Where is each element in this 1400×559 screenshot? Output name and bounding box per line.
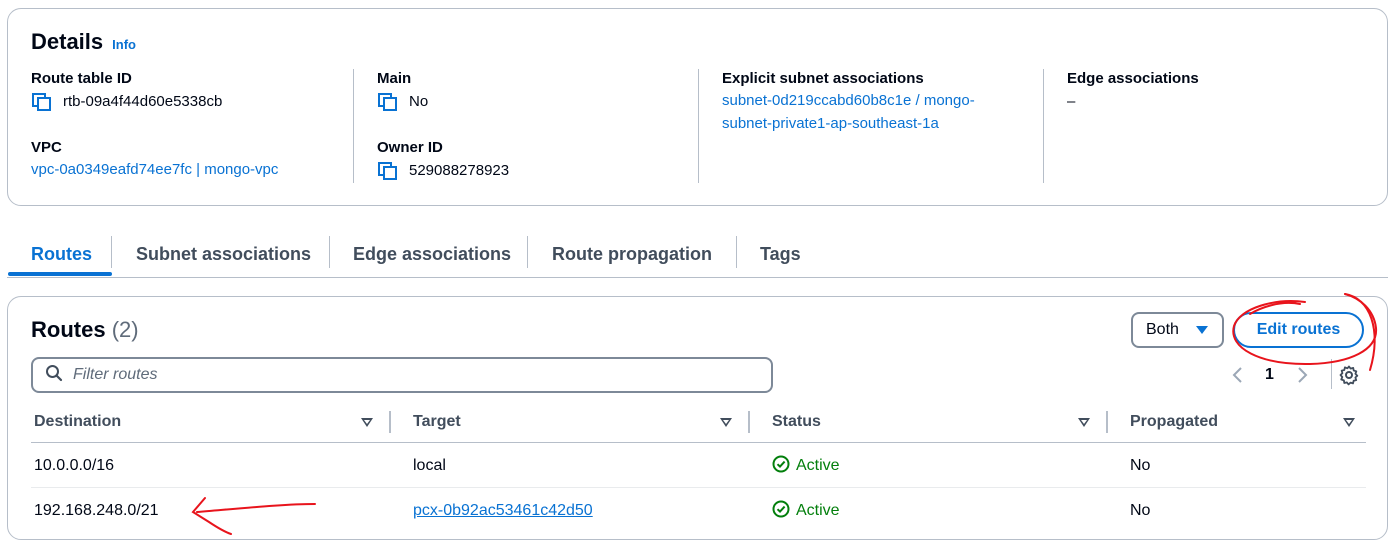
route-table-id-value: rtb-09a4f44d60e5338cb (63, 93, 223, 110)
explicit-subnet-label: Explicit subnet associations (722, 70, 924, 87)
details-column-main: Main No Owner ID 529088278923 (377, 69, 677, 183)
routes-count: (2) (111, 317, 139, 342)
pager-separator (1331, 359, 1332, 389)
vpc-label: VPC (31, 139, 62, 156)
cell-propagated: No (1130, 502, 1151, 519)
status-text: Active (796, 457, 840, 474)
column-header-propagated[interactable]: Propagated (1130, 401, 1218, 443)
tab-separator (111, 236, 112, 268)
column-resizer[interactable] (1106, 411, 1108, 433)
table-row: 10.0.0.0/16 local Active No (31, 444, 1366, 488)
cell-destination: 10.0.0.0/16 (34, 457, 115, 474)
route-filter-selected: Both (1146, 321, 1179, 338)
copy-icon[interactable] (377, 161, 399, 181)
edit-routes-button[interactable]: Edit routes (1233, 312, 1364, 348)
column-header-status[interactable]: Status (772, 401, 821, 443)
explicit-subnet-line2[interactable]: subnet-private1-ap-southeast-1a (722, 112, 1032, 135)
active-tab-indicator (8, 272, 112, 276)
status-success-icon (772, 455, 790, 478)
dropdown-caret-icon (1196, 326, 1208, 334)
sort-caret-icon[interactable] (720, 418, 732, 427)
search-icon (45, 364, 63, 387)
details-panel: Details Info Route table ID rtb-09a4f44d… (7, 8, 1388, 206)
route-table-id-label: Route table ID (31, 70, 132, 87)
column-resizer[interactable] (389, 411, 391, 433)
details-title: Details (31, 29, 104, 54)
cell-target: local (413, 457, 446, 474)
column-header-destination[interactable]: Destination (34, 401, 121, 443)
main-label: Main (377, 70, 412, 87)
settings-icon[interactable] (1338, 364, 1360, 386)
route-table-id-row: rtb-09a4f44d60e5338cb (31, 92, 351, 112)
tab-edge-associations[interactable]: Edge associations (353, 232, 511, 276)
main-value: No (409, 93, 429, 110)
route-filter-select[interactable]: Both (1131, 312, 1224, 348)
edge-associations-label: Edge associations (1067, 70, 1199, 87)
sort-caret-icon[interactable] (361, 418, 373, 427)
tab-separator (736, 236, 737, 268)
copy-icon[interactable] (377, 92, 399, 112)
chevron-right-icon[interactable] (1295, 363, 1309, 387)
explicit-subnet-line1[interactable]: subnet-0d219ccabd60b8c1e / mongo- (722, 89, 1032, 112)
column-divider (353, 69, 354, 183)
owner-id-value: 529088278923 (409, 162, 510, 179)
cell-status: Active (772, 444, 840, 488)
status-success-icon (772, 500, 790, 523)
tab-subnet-associations[interactable]: Subnet associations (136, 232, 311, 276)
page-number[interactable]: 1 (1265, 363, 1274, 387)
column-header-target[interactable]: Target (413, 401, 461, 443)
column-resizer[interactable] (748, 411, 750, 433)
filter-routes-input[interactable] (73, 366, 713, 384)
cell-destination: 192.168.248.0/21 (34, 502, 159, 519)
column-divider (1043, 69, 1044, 183)
cell-status: Active (772, 489, 840, 533)
tab-separator (527, 236, 528, 268)
routes-panel: Routes (2) Both Edit routes 1 Destinatio… (7, 296, 1388, 540)
filter-routes-box[interactable] (31, 357, 773, 393)
details-column-route-table: Route table ID rtb-09a4f44d60e5338cb VPC… (31, 69, 351, 183)
main-row: No (377, 92, 677, 112)
tab-tags[interactable]: Tags (760, 232, 801, 276)
details-header: Details Info (31, 29, 136, 55)
status-text: Active (796, 502, 840, 519)
sort-caret-icon[interactable] (1343, 418, 1355, 427)
routes-title: Routes (31, 317, 106, 342)
owner-id-row: 529088278923 (377, 161, 677, 181)
sort-caret-icon[interactable] (1078, 418, 1090, 427)
copy-icon[interactable] (31, 92, 53, 112)
edge-associations-value: – (1067, 93, 1076, 110)
details-column-edge: Edge associations – (1067, 69, 1367, 183)
details-column-subnet: Explicit subnet associations subnet-0d21… (722, 69, 1032, 183)
tab-separator (329, 236, 330, 268)
vpc-link[interactable]: vpc-0a0349eafd74ee7fc | mongo-vpc (31, 158, 351, 181)
routes-table-header: Destination Target Status Propagated (31, 401, 1366, 443)
info-link[interactable]: Info (112, 37, 136, 52)
tab-bar: Routes Subnet associations Edge associat… (7, 232, 1388, 278)
chevron-left-icon[interactable] (1231, 363, 1245, 387)
owner-id-label: Owner ID (377, 139, 443, 156)
cell-propagated: No (1130, 457, 1151, 474)
cell-target-link[interactable]: pcx-0b92ac53461c42d50 (413, 489, 593, 533)
explicit-subnet-link[interactable]: subnet-0d219ccabd60b8c1e / mongo- subnet… (722, 89, 1032, 135)
tab-route-propagation[interactable]: Route propagation (552, 232, 712, 276)
table-row: 192.168.248.0/21 pcx-0b92ac53461c42d50 A… (31, 489, 1366, 533)
routes-heading: Routes (2) (31, 317, 139, 343)
column-divider (698, 69, 699, 183)
tab-routes[interactable]: Routes (31, 232, 92, 276)
